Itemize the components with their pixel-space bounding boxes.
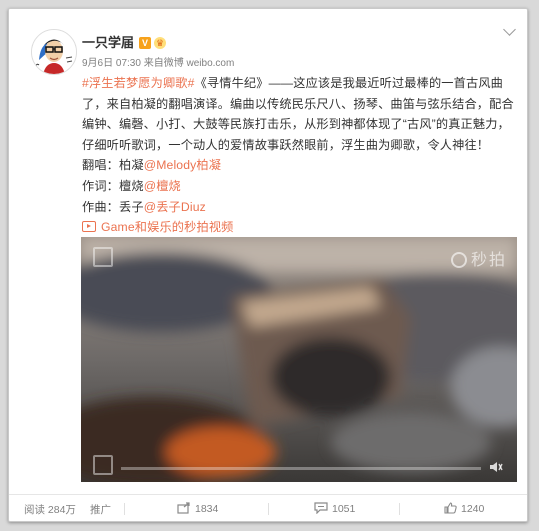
like-icon xyxy=(444,502,457,514)
promote-button[interactable]: 推广 xyxy=(90,502,111,517)
action-divider xyxy=(399,503,400,515)
video-progress-bar[interactable] xyxy=(121,467,481,470)
video-link-label: Game和娱乐的秒拍视频 xyxy=(101,220,234,235)
mention-link[interactable]: @Melody柏凝 xyxy=(144,158,221,172)
action-divider xyxy=(268,503,269,515)
credit-line: 作曲：丢子@丢子Diuz xyxy=(82,197,517,218)
member-crown-icon[interactable]: ♛ xyxy=(154,37,167,49)
comment-icon xyxy=(314,502,328,514)
hashtag-link[interactable]: #浮生若梦愿为卿歌# xyxy=(82,76,195,90)
action-divider xyxy=(124,503,125,515)
credit-line: 作词：檀烧@檀烧 xyxy=(82,176,517,197)
credit-line: 翻唱：柏凝@Melody柏凝 xyxy=(82,155,517,176)
comment-count: 1051 xyxy=(332,503,356,515)
post-content: #浮生若梦愿为卿歌#《寻情牛纪》——这应该是我最近听过最棒的一首古风曲了，来自柏… xyxy=(82,73,517,238)
video-link[interactable]: Game和娱乐的秒拍视频 xyxy=(82,217,517,238)
repost-count: 1834 xyxy=(195,503,219,515)
post-source[interactable]: 微博 weibo.com xyxy=(164,58,235,69)
weibo-post-card: 一只学届 V ♛ 9月6日 07:30 来自微博 weibo.com #浮生若梦愿为… xyxy=(8,8,528,522)
video-frame-image xyxy=(81,237,517,482)
mention-link[interactable]: @丢子Diuz xyxy=(144,200,206,214)
mute-icon[interactable] xyxy=(489,460,503,474)
repost-button[interactable]: 1834 xyxy=(177,502,218,515)
miaopai-logo-icon xyxy=(450,252,467,268)
video-link-icon xyxy=(82,221,96,233)
expand-icon[interactable] xyxy=(93,247,113,267)
read-count: 阅读 284万 xyxy=(24,504,76,516)
chevron-down-icon[interactable] xyxy=(503,23,516,36)
comment-button[interactable]: 1051 xyxy=(314,502,355,515)
mention-link[interactable]: @檀烧 xyxy=(144,179,181,193)
like-count: 1240 xyxy=(461,503,485,515)
credit-label: 作曲：丢子 xyxy=(82,199,144,214)
credit-label: 作词：檀烧 xyxy=(82,178,144,193)
avatar-cartoon xyxy=(32,30,76,74)
post-meta: 9月6日 07:30 来自微博 weibo.com xyxy=(82,54,234,69)
video-watermark: 秒拍 xyxy=(450,246,507,270)
post-timestamp[interactable]: 9月6日 07:30 xyxy=(82,58,141,69)
post-paragraph: #浮生若梦愿为卿歌#《寻情牛纪》——这应该是我最近听过最棒的一首古风曲了，来自柏… xyxy=(82,73,517,155)
like-button[interactable]: 1240 xyxy=(444,502,484,515)
source-prefix: 来自 xyxy=(143,58,164,69)
fullscreen-icon[interactable] xyxy=(93,455,113,475)
credit-label: 翻唱：柏凝 xyxy=(82,158,144,173)
video-player[interactable]: 秒拍 xyxy=(81,237,517,482)
author-avatar[interactable] xyxy=(31,29,77,75)
repost-icon xyxy=(177,502,190,514)
author-name-row: 一只学届 V ♛ xyxy=(82,32,167,51)
verified-icon: V xyxy=(139,37,152,49)
action-bar: 阅读 284万 推广 1834 1051 1240 xyxy=(9,494,527,522)
watermark-text: 秒拍 xyxy=(470,252,507,269)
author-name[interactable]: 一只学届 xyxy=(82,35,134,50)
